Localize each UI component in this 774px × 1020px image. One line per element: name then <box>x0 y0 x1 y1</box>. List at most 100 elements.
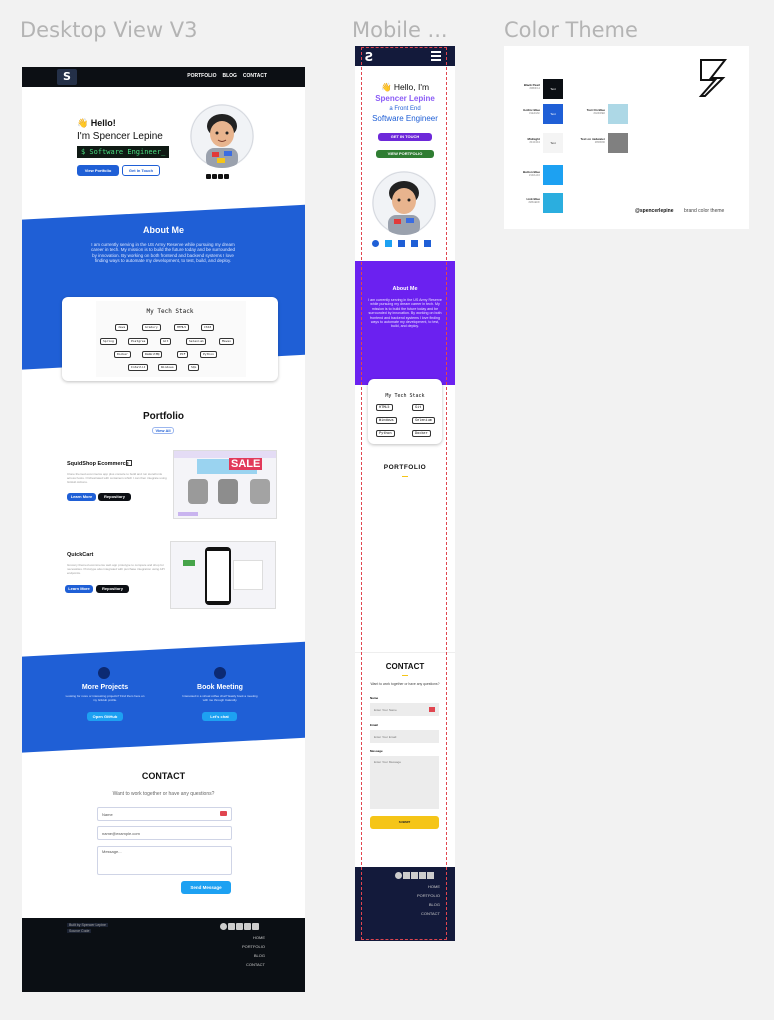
about-body: I am currently serving in the US Army Re… <box>90 242 236 264</box>
footer-link-contact[interactable]: CONTACT <box>417 909 440 918</box>
learn-more-button[interactable]: Learn More <box>65 585 93 593</box>
name-label: Name <box>370 696 379 700</box>
tech-chip: IntelliJ <box>128 364 149 371</box>
mobile-footer-social <box>395 872 434 879</box>
footer-link-home[interactable]: HOME <box>417 882 440 891</box>
tech-chip: Windows <box>158 364 177 371</box>
tech-chip: Gradury <box>142 324 161 331</box>
mail-icon[interactable] <box>218 174 223 179</box>
tech-chip: Selenium <box>186 338 207 345</box>
book-meeting-title: Book Meeting <box>197 684 243 691</box>
email-field[interactable]: name@example.com <box>97 826 232 840</box>
github-icon[interactable] <box>372 240 379 247</box>
github-icon[interactable] <box>395 872 402 879</box>
site-logo[interactable]: Ƨ <box>365 50 374 64</box>
footer-link-portfolio[interactable]: PORTFOLIO <box>242 942 265 951</box>
twitter-icon[interactable] <box>228 923 235 930</box>
tech-chip: Git <box>412 404 425 411</box>
mail-icon[interactable] <box>252 923 259 930</box>
linkedin-icon[interactable] <box>206 174 211 179</box>
mobile-email-field[interactable]: Enter Your Email <box>370 730 439 743</box>
email-label: Email <box>370 723 379 727</box>
mail-icon[interactable] <box>427 872 434 879</box>
tech-chip: RabbitMQ <box>142 351 163 358</box>
tech-stack-title: My Tech Stack <box>146 308 194 315</box>
send-message-button[interactable]: Send Message <box>181 881 231 894</box>
project-title-quickcart[interactable]: QuickCart <box>67 552 93 558</box>
project-title-squidshop[interactable]: SquidShop Ecommerce <box>67 461 129 467</box>
twitter-icon[interactable] <box>385 240 392 247</box>
swatch-button-blue <box>543 165 563 185</box>
linkedin-icon[interactable] <box>236 923 243 930</box>
autofill-icon <box>220 811 227 816</box>
nav-link-contact[interactable]: CONTACT <box>243 73 267 79</box>
footer-social-links <box>220 923 259 930</box>
linkedin-icon[interactable] <box>398 240 405 247</box>
twitter-icon[interactable] <box>403 872 410 879</box>
swatch-black-pearl: Text <box>543 79 563 99</box>
tech-chip: Maven <box>219 338 235 345</box>
hamburger-menu-icon[interactable] <box>431 51 441 61</box>
youtube-icon[interactable] <box>244 923 251 930</box>
twitter-icon[interactable] <box>212 174 217 179</box>
mobile-name: Spencer Lepine <box>375 94 435 103</box>
youtube-icon[interactable] <box>419 872 426 879</box>
more-projects-text: Looking for more or interesting projects… <box>65 694 145 702</box>
desktop-frame-title: Desktop View V3 <box>20 18 198 42</box>
linkedin-icon[interactable] <box>411 872 418 879</box>
mobile-message-field[interactable]: Enter Your Message <box>370 756 439 809</box>
mobile-social-links <box>372 240 431 247</box>
hero-hello: 👋 Hello! <box>77 118 116 128</box>
mobile-tech-title: My Tech Stack <box>385 393 425 399</box>
theme-handle: @spencerlepine <box>635 208 674 214</box>
tech-chip: Docker <box>412 430 431 437</box>
open-github-button[interactable]: Open GitHub <box>87 712 123 721</box>
footer-built-by: Built by Spencer Lepine <box>67 923 108 927</box>
contact-title: CONTACT <box>141 771 186 781</box>
footer-link-blog[interactable]: BLOG <box>242 951 265 960</box>
quickcart-screenshot <box>170 541 276 609</box>
footer-link-blog[interactable]: BLOG <box>417 900 440 909</box>
memoji-icon <box>372 171 436 235</box>
memoji-icon <box>190 104 254 168</box>
github-icon[interactable] <box>224 174 229 179</box>
swatch-midnight: Text <box>543 133 563 153</box>
view-all-button[interactable]: View All <box>152 427 174 434</box>
github-icon[interactable] <box>220 923 227 930</box>
get-in-touch-button[interactable]: Get In Touch <box>122 165 160 176</box>
mail-icon[interactable] <box>424 240 431 247</box>
tech-chip: Docker <box>114 351 131 358</box>
name-field[interactable]: Name <box>97 807 232 821</box>
footer-source-code[interactable]: Source Code <box>67 929 92 933</box>
mobile-frame-title: Mobile ... <box>352 18 448 42</box>
project-desc: Grocery themed ecommerce web app prototy… <box>67 563 165 575</box>
learn-more-button[interactable]: Learn More <box>67 493 96 501</box>
nav-link-blog[interactable]: BLOG <box>222 73 236 79</box>
tech-chip: Git <box>160 338 172 345</box>
external-link-icon[interactable] <box>126 460 132 466</box>
tech-chip: Java <box>115 324 129 331</box>
site-logo[interactable]: S <box>57 69 77 85</box>
get-in-touch-button[interactable]: GET IN TOUCH <box>378 133 432 141</box>
tech-chip: PCF <box>177 351 189 358</box>
message-field[interactable]: Message... <box>97 846 232 875</box>
youtube-icon[interactable] <box>411 240 418 247</box>
view-portfolio-button[interactable]: View Portfolio <box>77 165 119 176</box>
mobile-tech-card: My Tech Stack HTML5 Git Windows Selenium… <box>368 379 442 444</box>
desktop-frame: S PORTFOLIO BLOG CONTACT 👋 Hello! I'm Sp… <box>22 67 305 992</box>
color-theme-frame: Black Pearl #0B0F14 Text Gothic Blue #1E40… <box>504 46 749 229</box>
footer-link-portfolio[interactable]: PORTFOLIO <box>417 891 440 900</box>
repository-button[interactable]: Repository <box>96 585 129 593</box>
submit-button[interactable]: SUBMIT <box>370 816 439 829</box>
nav-link-portfolio[interactable]: PORTFOLIO <box>187 73 216 79</box>
mobile-about-body: I am currently serving in the US Army Re… <box>368 298 442 329</box>
lets-chat-button[interactable]: Let's chat <box>202 712 237 721</box>
footer-link-home[interactable]: HOME <box>242 933 265 942</box>
view-portfolio-button[interactable]: VIEW PORTFOLIO <box>376 150 434 158</box>
tech-chip: Postgres <box>128 338 149 345</box>
footer-link-contact[interactable]: CONTACT <box>242 960 265 969</box>
swatch-link-blue <box>543 193 563 213</box>
mobile-contact-subtitle: Want to work together or have any questi… <box>370 682 440 686</box>
mobile-a-front-end: a Front End <box>389 106 421 112</box>
repository-button[interactable]: Repository <box>98 493 131 501</box>
